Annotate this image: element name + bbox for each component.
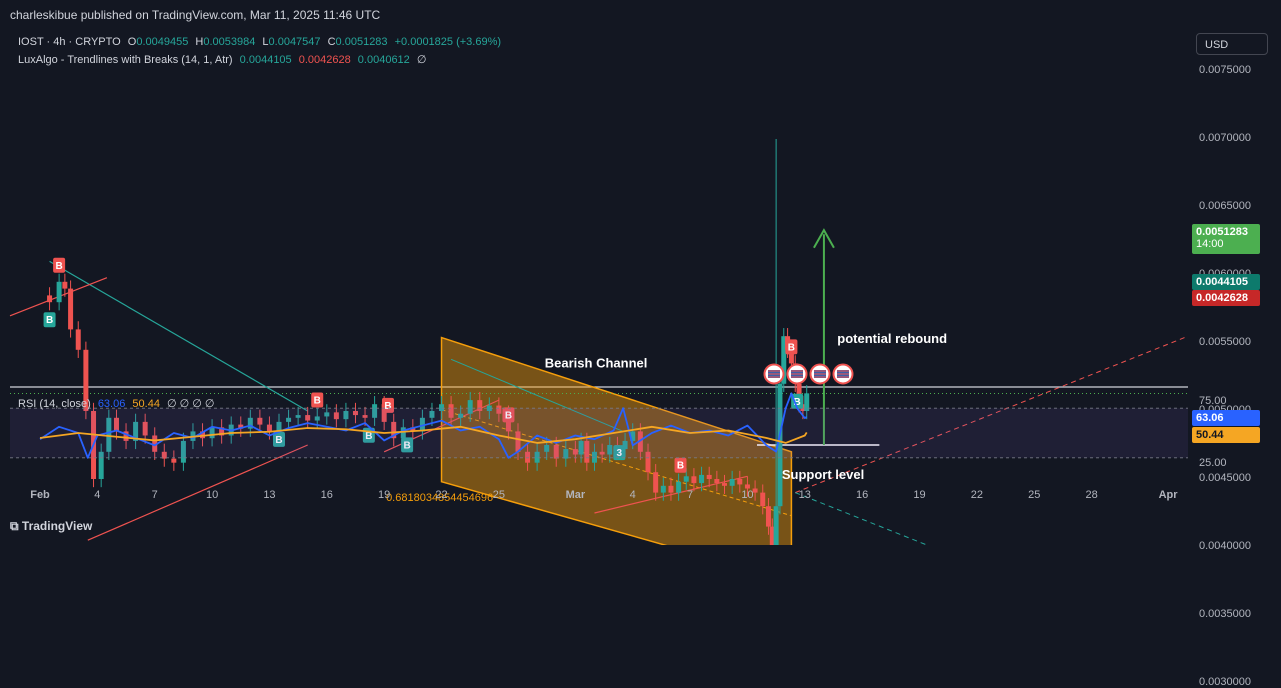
rsi-legend-symbols: ∅ ∅ ∅ ∅ xyxy=(167,398,215,410)
rsi-tick-label: 75.00 xyxy=(1199,395,1227,407)
rsi-legend-value: 63.06 xyxy=(97,398,126,410)
price-tick-label: 0.0070000 xyxy=(1199,132,1251,144)
rsi-ma-value-tag: 50.44 xyxy=(1192,427,1260,443)
price-tick-label: 0.0045000 xyxy=(1199,472,1251,484)
rsi-tick-label: 25.00 xyxy=(1199,457,1227,469)
low-value: 0.0047547 xyxy=(268,36,321,48)
time-tick-label: Apr xyxy=(1158,489,1178,501)
close-label: C xyxy=(327,36,336,48)
footer-brand: TradingView xyxy=(21,519,93,533)
change-value: +0.0001825 (+3.69%) xyxy=(394,36,502,48)
rsi-value-tag: 63.06 xyxy=(1192,410,1260,426)
time-tick-label: 25 xyxy=(1028,489,1041,501)
price-tick-label: 0.0065000 xyxy=(1199,200,1251,212)
rsi-legend: RSI (14, close) 63.06 50.44 ∅ ∅ ∅ ∅ xyxy=(18,397,219,410)
currency-button[interactable]: USD xyxy=(1196,33,1268,55)
last-price-countdown: 14:00 xyxy=(1196,238,1224,250)
price-tick-label: 0.0035000 xyxy=(1199,608,1251,620)
close-value: 0.0051283 xyxy=(335,36,388,48)
time-tick-label: 7 xyxy=(687,489,694,501)
indicator-legend: LuxAlgo - Trendlines with Breaks (14, 1,… xyxy=(18,53,430,66)
symbol-line: IOST · 4h · CRYPTO xyxy=(18,36,121,48)
indicator-tag-upper: 0.0044105 xyxy=(1192,274,1260,290)
time-tick-label: 16 xyxy=(320,489,333,501)
time-tick-label: 4 xyxy=(94,489,101,501)
time-tick-label: 25 xyxy=(492,489,505,501)
publisher-text: charleskibue published on TradingView.co… xyxy=(10,8,381,22)
indicator-value-2: 0.0042628 xyxy=(298,54,351,66)
time-tick-label: Mar xyxy=(565,489,586,501)
time-tick-label: 28 xyxy=(1085,489,1098,501)
price-tick-label: 0.0040000 xyxy=(1199,540,1251,552)
time-tick-label: 13 xyxy=(798,489,811,501)
time-tick-label: 19 xyxy=(913,489,926,501)
rsi-legend-label: RSI (14, close) xyxy=(18,398,91,410)
time-tick-label: 10 xyxy=(205,489,219,501)
time-tick-label: 16 xyxy=(856,489,869,501)
indicator-value-1: 0.0044105 xyxy=(239,54,292,66)
price-tick-label: 0.0075000 xyxy=(1199,64,1251,76)
indicator-value-3: 0.0040612 xyxy=(357,54,410,66)
rsi-ma-legend-value: 50.44 xyxy=(132,398,160,410)
last-price-value: 0.0051283 xyxy=(1196,226,1248,238)
time-tick-label: 22 xyxy=(970,489,983,501)
high-value: 0.0053984 xyxy=(203,36,256,48)
time-tick-label: Feb xyxy=(30,489,50,501)
last-price-tag: 0.0051283 14:00 xyxy=(1192,224,1260,254)
tradingview-logo-icon: ⧉ xyxy=(10,519,22,533)
publisher-header: charleskibue published on TradingView.co… xyxy=(0,0,1281,30)
candle-body xyxy=(769,526,775,545)
price-legend: IOST · 4h · CRYPTO O0.0049455 H0.0053984… xyxy=(18,36,505,48)
chart-panel[interactable] xyxy=(10,30,1188,512)
time-tick-label: 7 xyxy=(151,489,158,501)
price-tick-label: 0.0055000 xyxy=(1199,336,1251,348)
low-label: L xyxy=(262,36,269,48)
time-tick-label: 19 xyxy=(378,489,391,501)
time-tick-label: 10 xyxy=(741,489,754,501)
indicator-value-4: ∅ xyxy=(416,54,427,66)
tradingview-footer[interactable]: ⧉ TradingView xyxy=(10,519,92,534)
price-tick-label: 0.0030000 xyxy=(1199,676,1251,688)
open-value: 0.0049455 xyxy=(136,36,189,48)
time-tick-label: 22 xyxy=(435,489,448,501)
indicator-tag-lower: 0.0042628 xyxy=(1192,290,1260,306)
candle-body xyxy=(773,506,779,545)
indicator-name: LuxAlgo - Trendlines with Breaks (14, 1,… xyxy=(18,54,233,66)
time-tick-label: 4 xyxy=(629,489,636,501)
time-tick-label: 13 xyxy=(263,489,276,501)
